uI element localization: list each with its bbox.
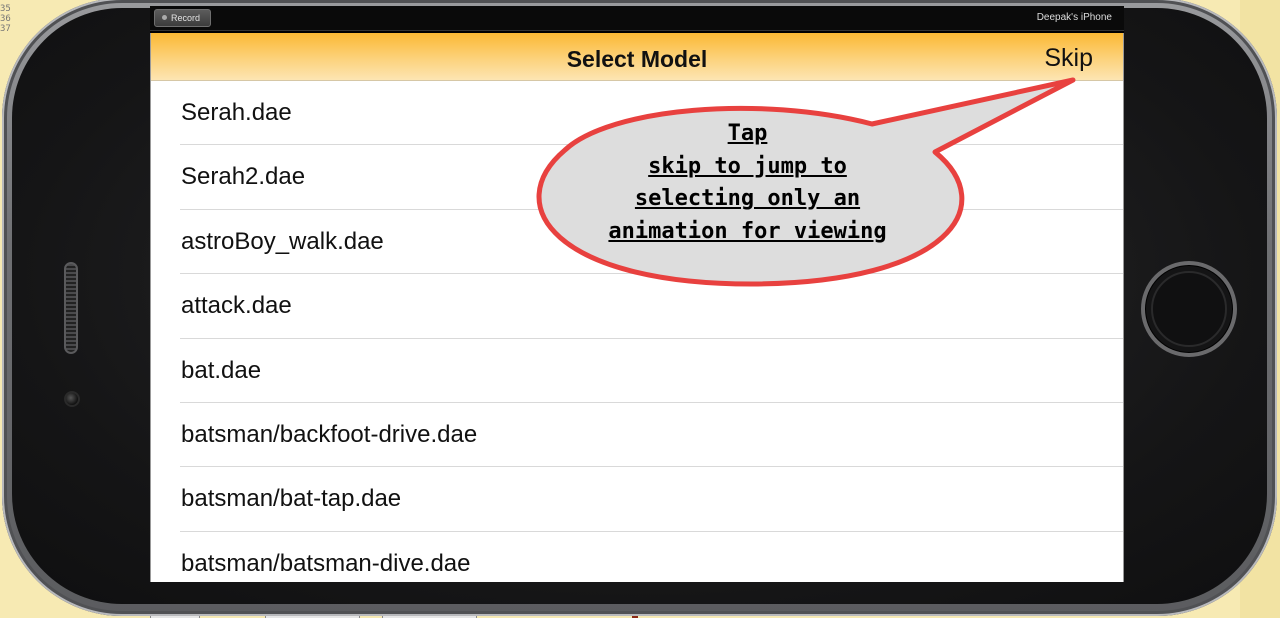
recording-bar: Record Deepak's iPhone — [150, 6, 1124, 31]
home-button[interactable] — [1141, 261, 1237, 357]
line-number: 36 — [0, 14, 11, 24]
line-number: 35 — [0, 4, 11, 14]
callout-line: selecting only an — [634, 186, 861, 211]
list-item[interactable]: batsman/backfoot-drive.dae — [180, 403, 1123, 468]
callout-line: Tap — [727, 121, 768, 146]
list-item[interactable]: batsman/batsman-dive.dae — [180, 532, 1123, 582]
record-label: Record — [171, 13, 201, 23]
list-item[interactable]: bat.dae — [180, 339, 1123, 403]
record-button[interactable]: Record — [154, 9, 211, 27]
callout-line: skip to jump to — [648, 153, 847, 179]
device-name: Deepak's iPhone — [1036, 12, 1112, 23]
skip-button[interactable]: Skip — [1044, 44, 1093, 73]
record-dot-icon — [162, 15, 167, 20]
home-button-ring — [1151, 271, 1227, 347]
line-number: 37 — [0, 24, 11, 34]
callout-text: Tap skip to jump to selecting only an an… — [545, 118, 950, 248]
page-title: Select Model — [566, 46, 708, 72]
callout-line: animation for viewing — [608, 218, 887, 244]
front-camera — [64, 391, 80, 407]
list-item[interactable]: batsman/bat-tap.dae — [180, 467, 1123, 532]
speaker-grille — [64, 262, 78, 354]
